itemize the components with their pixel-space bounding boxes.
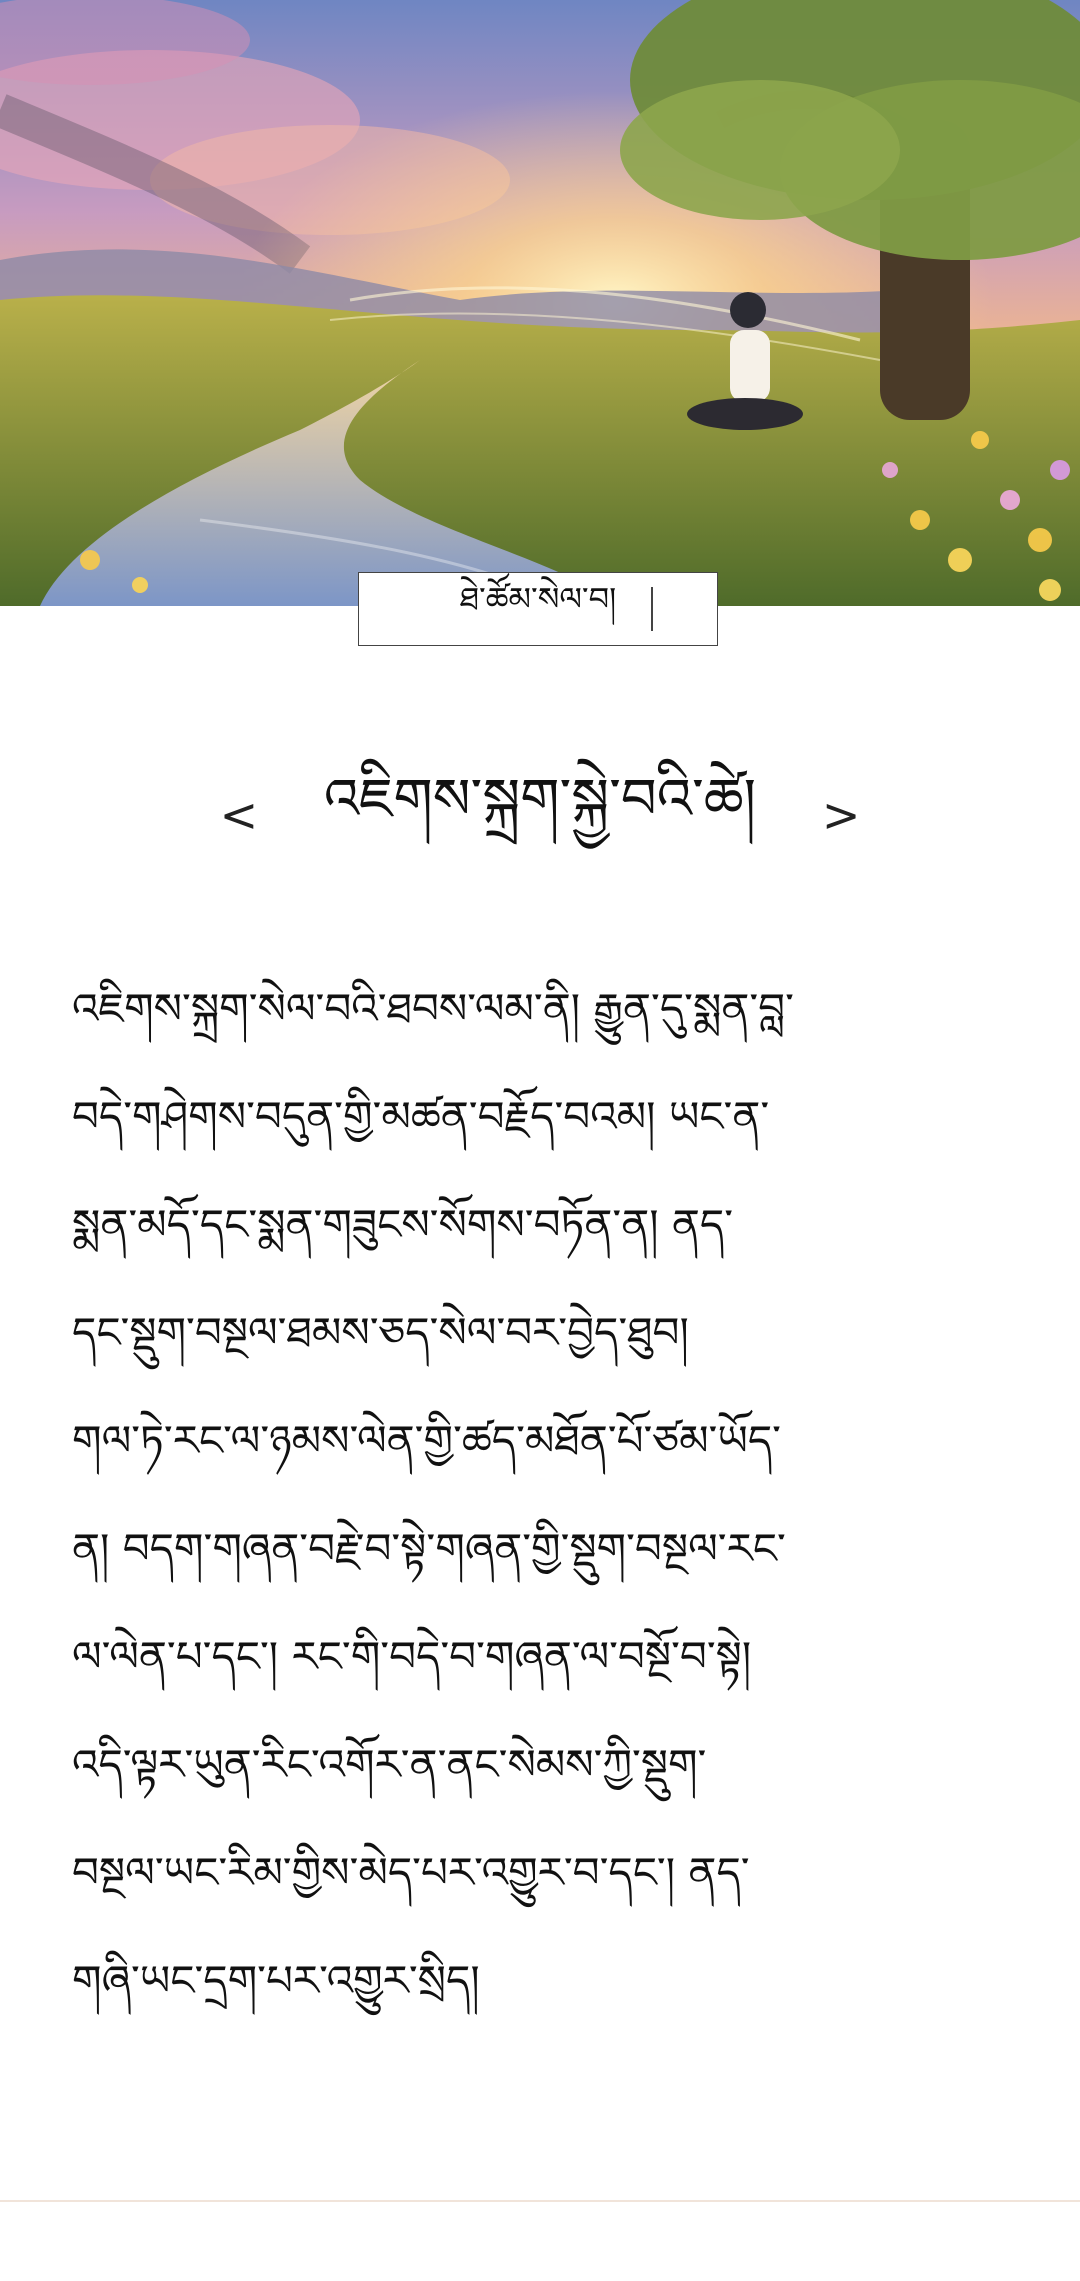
body-line: གལ་ཏེ་རང་ལ་ཉམས་ལེན་གྱི་ཚད་མཐོན་པོ་ཙམ་ཡོད… [72, 1416, 781, 1465]
article-page: ཐེ་ཚོམ་སེལ་བ། < འཇིགས་སྐྲག་སྐྱེ་བའི་ཚེ། … [0, 0, 1080, 2281]
body-line: ན། བདག་གཞན་བརྗེ་བ་སྟེ་གཞན་གྱི་སྡུག་བསྔལ་… [72, 1524, 786, 1573]
next-article-button[interactable]: > [796, 792, 886, 838]
category-tag-label: ཐེ་ཚོམ་སེལ་བ། [459, 580, 617, 618]
article-body: འཇིགས་སྐྲག་སེལ་བའི་ཐབས་ལམ་ནི། རྒྱུན་དུ་ས… [72, 975, 1008, 2055]
body-line: དང་སྡུག་བསྔལ་ཐམས་ཅད་སེལ་བར་བྱེད་ཐུབ། [72, 1308, 689, 1357]
body-line: གཞི་ཡང་དྲག་པར་འགྱུར་སྲིད། [72, 1956, 480, 2005]
body-line: སྨན་མདོ་དང་སྨན་གཟུངས་སོགས་བཏོན་ན། ནད་ [72, 1200, 734, 1249]
body-line: འཇིགས་སྐྲག་སེལ་བའི་ཐབས་ལམ་ནི། རྒྱུན་དུ་ས… [72, 984, 794, 1033]
article-title: འཇིགས་སྐྲག་སྐྱེ་བའི་ཚེ། [323, 767, 757, 832]
hero-illustration [0, 0, 1080, 606]
text-cursor [651, 587, 653, 631]
title-navigation: < འཇིགས་སྐྲག་སྐྱེ་བའི་ཚེ། > [0, 760, 1080, 870]
body-line: བསྔལ་ཡང་རིམ་གྱིས་མེད་པར་འགྱུར་བ་དང་། ནད་ [72, 1848, 750, 1897]
prev-article-button[interactable]: < [194, 792, 284, 838]
hero-image [0, 0, 1080, 606]
body-line: བདེ་གཤེགས་བདུན་གྱི་མཚན་བརྗོད་བའམ། ཡང་ན་ [72, 1092, 770, 1141]
footer-divider [0, 2200, 1080, 2202]
body-line: འདི་ལྟར་ཡུན་རིང་འགོར་ན་ནང་སེམས་ཀྱི་སྡུག་ [72, 1740, 707, 1789]
category-tag[interactable]: ཐེ་ཚོམ་སེལ་བ། [358, 572, 718, 646]
body-line: ལ་ལེན་པ་དང་། རང་གི་བདེ་བ་གཞན་ལ་བསྔོ་བ་སྟ… [72, 1632, 752, 1681]
